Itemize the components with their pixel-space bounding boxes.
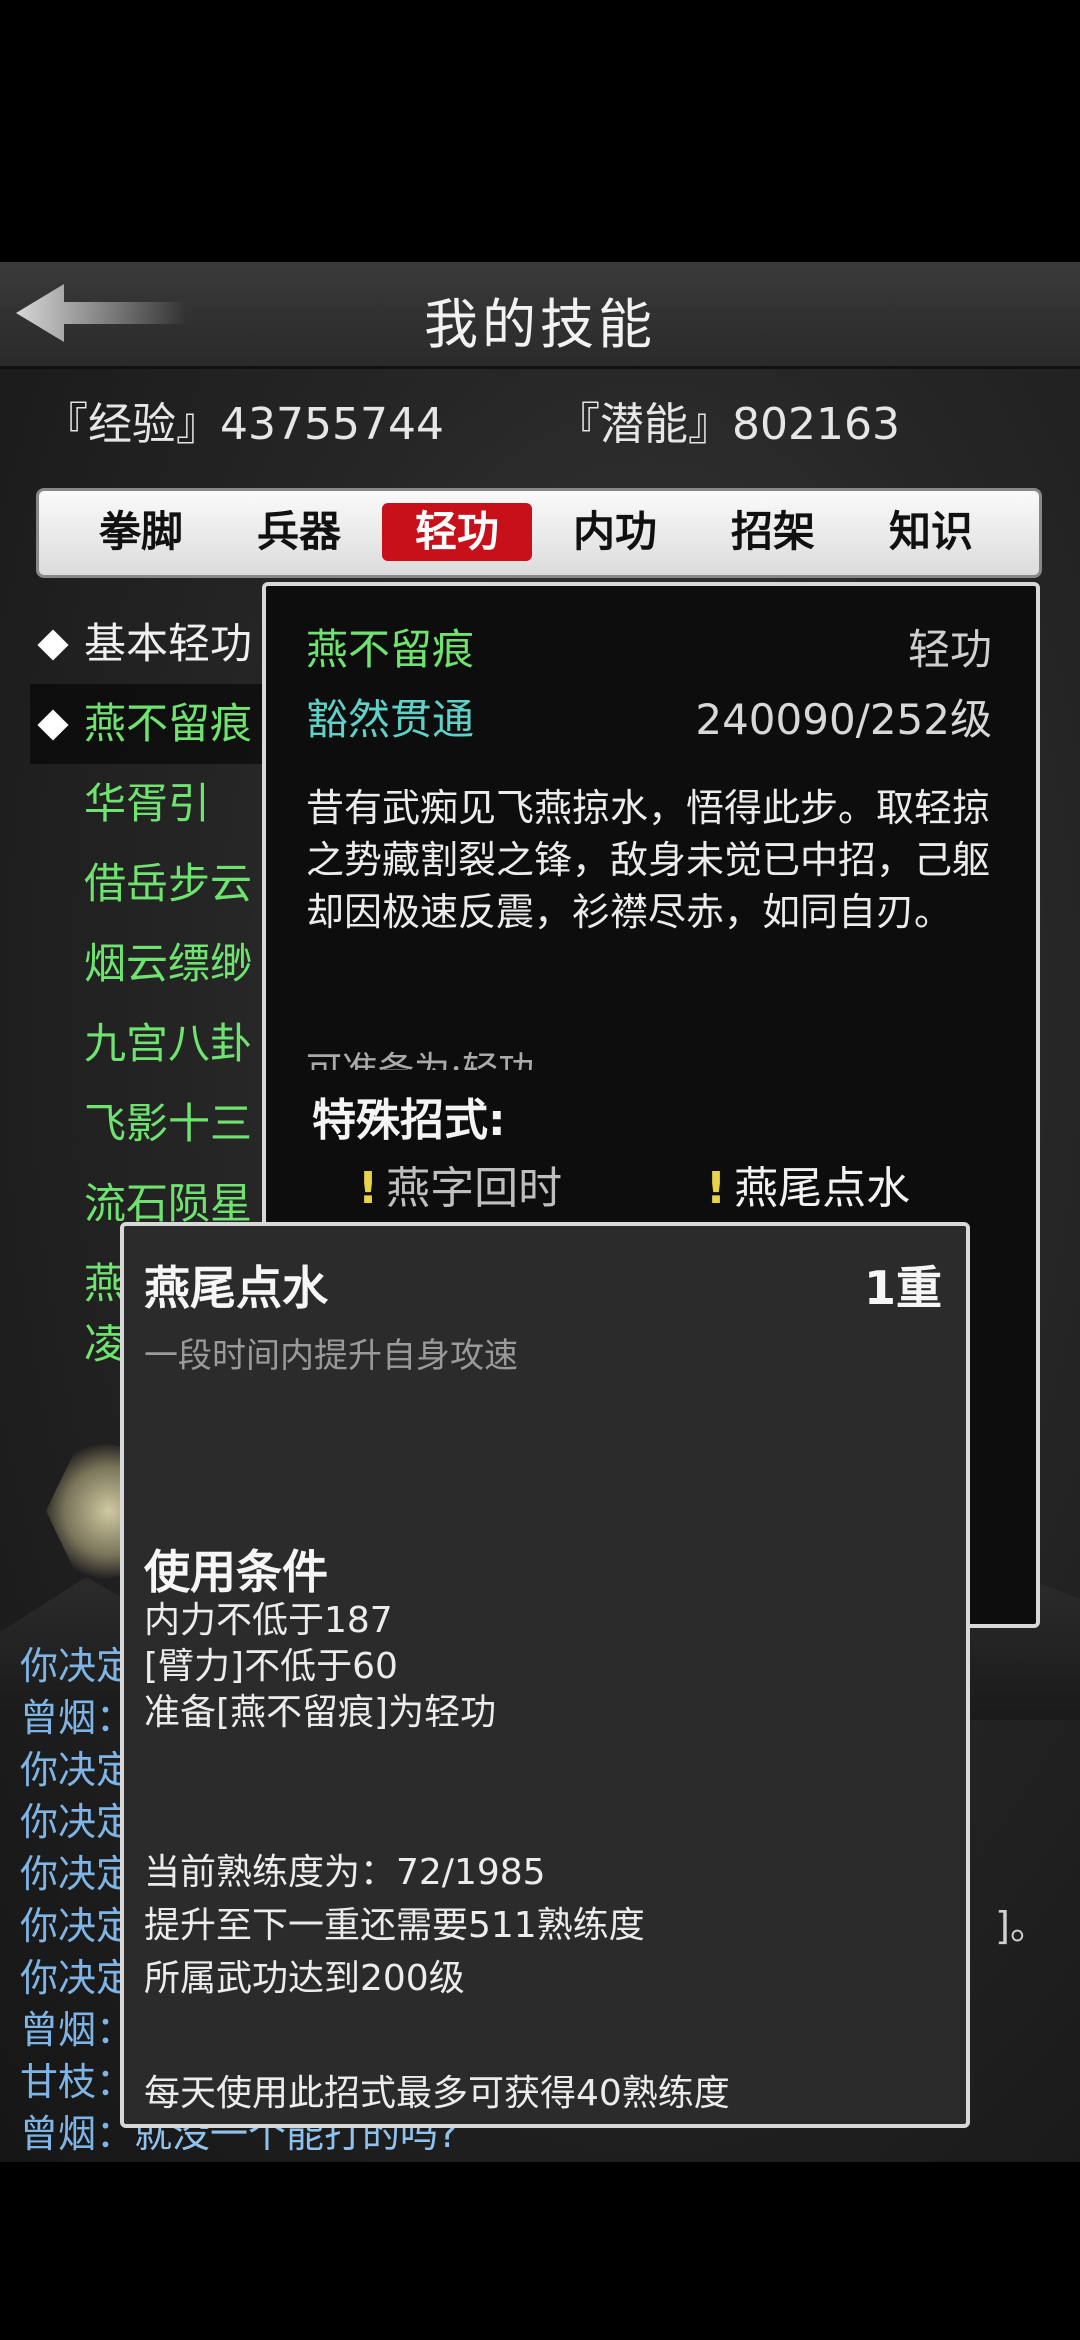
page-title: 我的技能 [424,293,656,356]
proficiency-next: 提升至下一重还需要511熟练度 [144,1905,645,1946]
skill-name: 燕不留痕 [306,625,475,674]
chat-speaker: 曾烟： [20,2008,135,2052]
special-move-label: 燕尾点水 [734,1163,911,1214]
chat-speaker: 你决定 [20,1904,135,1948]
skill-item[interactable]: 九宫八卦 [30,1004,290,1084]
skill-item[interactable]: 借岳步云 [30,844,290,924]
tab-parry[interactable]: 招架 [698,503,848,561]
chat-speaker: 你决定 [20,1800,135,1844]
proficiency-info: 当前熟练度为：72/1985 提升至下一重还需要511熟练度 所属武功达到200… [144,1846,645,2005]
chat-speaker: 你决定 [20,1852,135,1896]
daily-limit: 每天使用此招式最多可获得40熟练度 [144,2073,730,2114]
diamond-bullet-icon [37,709,69,741]
diamond-bullet-icon [37,629,69,661]
move-description: 一段时间内提升自身攻速 [144,1336,518,1376]
skill-item[interactable]: 华胥引 [30,764,290,844]
special-move-1[interactable]: ! 燕字回时 [358,1152,562,1216]
skill-item[interactable]: 烟云缥缈 [30,924,290,1004]
skill-group-label: 基本轻功 [84,619,253,668]
condition-item: 内力不低于187 [144,1600,393,1641]
chat-speaker: 你决定 [20,1644,135,1688]
special-move-label: 燕字回时 [386,1163,563,1214]
exclamation-icon: ! [358,1163,379,1214]
conditions-list: 内力不低于187 [臂力]不低于60 准备[燕不留痕]为轻功 [144,1598,496,1736]
chat-tail: ]。 [995,1904,1048,1948]
condition-item: 准备[燕不留痕]为轻功 [144,1692,497,1733]
move-tier: 1重 [863,1261,942,1315]
special-moves-title: 特殊招式: [312,1095,506,1146]
skill-type: 轻功 [907,625,992,674]
chat-speaker: 曾烟： [20,1696,135,1740]
chat-speaker: 曾烟： [20,2112,135,2156]
skill-rank: 豁然贯通 [306,695,475,744]
skill-level: 240090/252级 [695,695,992,744]
condition-item: [臂力]不低于60 [144,1646,398,1687]
chat-speaker: 你决定 [20,1956,135,2000]
tab-knowledge[interactable]: 知识 [856,503,1006,561]
top-bar: 我的技能 [0,262,1080,369]
potential-stat: 『潜能』802163 [556,399,900,450]
move-tooltip[interactable]: 燕尾点水 1重 一段时间内提升自身攻速 使用条件 内力不低于187 [臂力]不低… [120,1222,970,2128]
chat-speaker: 甘枝： [20,2060,135,2104]
skill-equip-hint: 可准备为:轻功 [306,1046,1006,1070]
tab-lightness[interactable]: 轻功 [382,503,532,561]
exclamation-icon: ! [706,1163,727,1214]
skill-item[interactable]: 飞影十三 [30,1084,290,1164]
move-name: 燕尾点水 [144,1261,328,1315]
category-tabs: 拳脚 兵器 轻功 内功 招架 知识 [36,488,1042,578]
tab-inner[interactable]: 内功 [540,503,690,561]
skill-group-basic[interactable]: 基本轻功 [30,604,290,684]
skill-description: 昔有武痴见飞燕掠水，悟得此步。取轻掠之势藏割裂之锋，敌身未觉已中招，己躯却因极速… [306,786,991,934]
tab-weapon[interactable]: 兵器 [224,503,374,561]
chat-speaker: 你决定 [20,1748,135,1792]
conditions-title: 使用条件 [144,1545,328,1599]
experience-stat: 『经验』43755744 [44,399,444,450]
stats-row: 『经验』43755744 『潜能』802163 [0,378,1080,458]
tab-fist[interactable]: 拳脚 [66,503,216,561]
special-move-2[interactable]: ! 燕尾点水 [706,1152,910,1216]
proficiency-current: 当前熟练度为：72/1985 [144,1852,546,1893]
proficiency-requirement: 所属武功达到200级 [144,1958,465,1999]
skill-group-selected[interactable]: 燕不留痕 [30,684,290,764]
skill-group-label: 燕不留痕 [84,699,253,748]
